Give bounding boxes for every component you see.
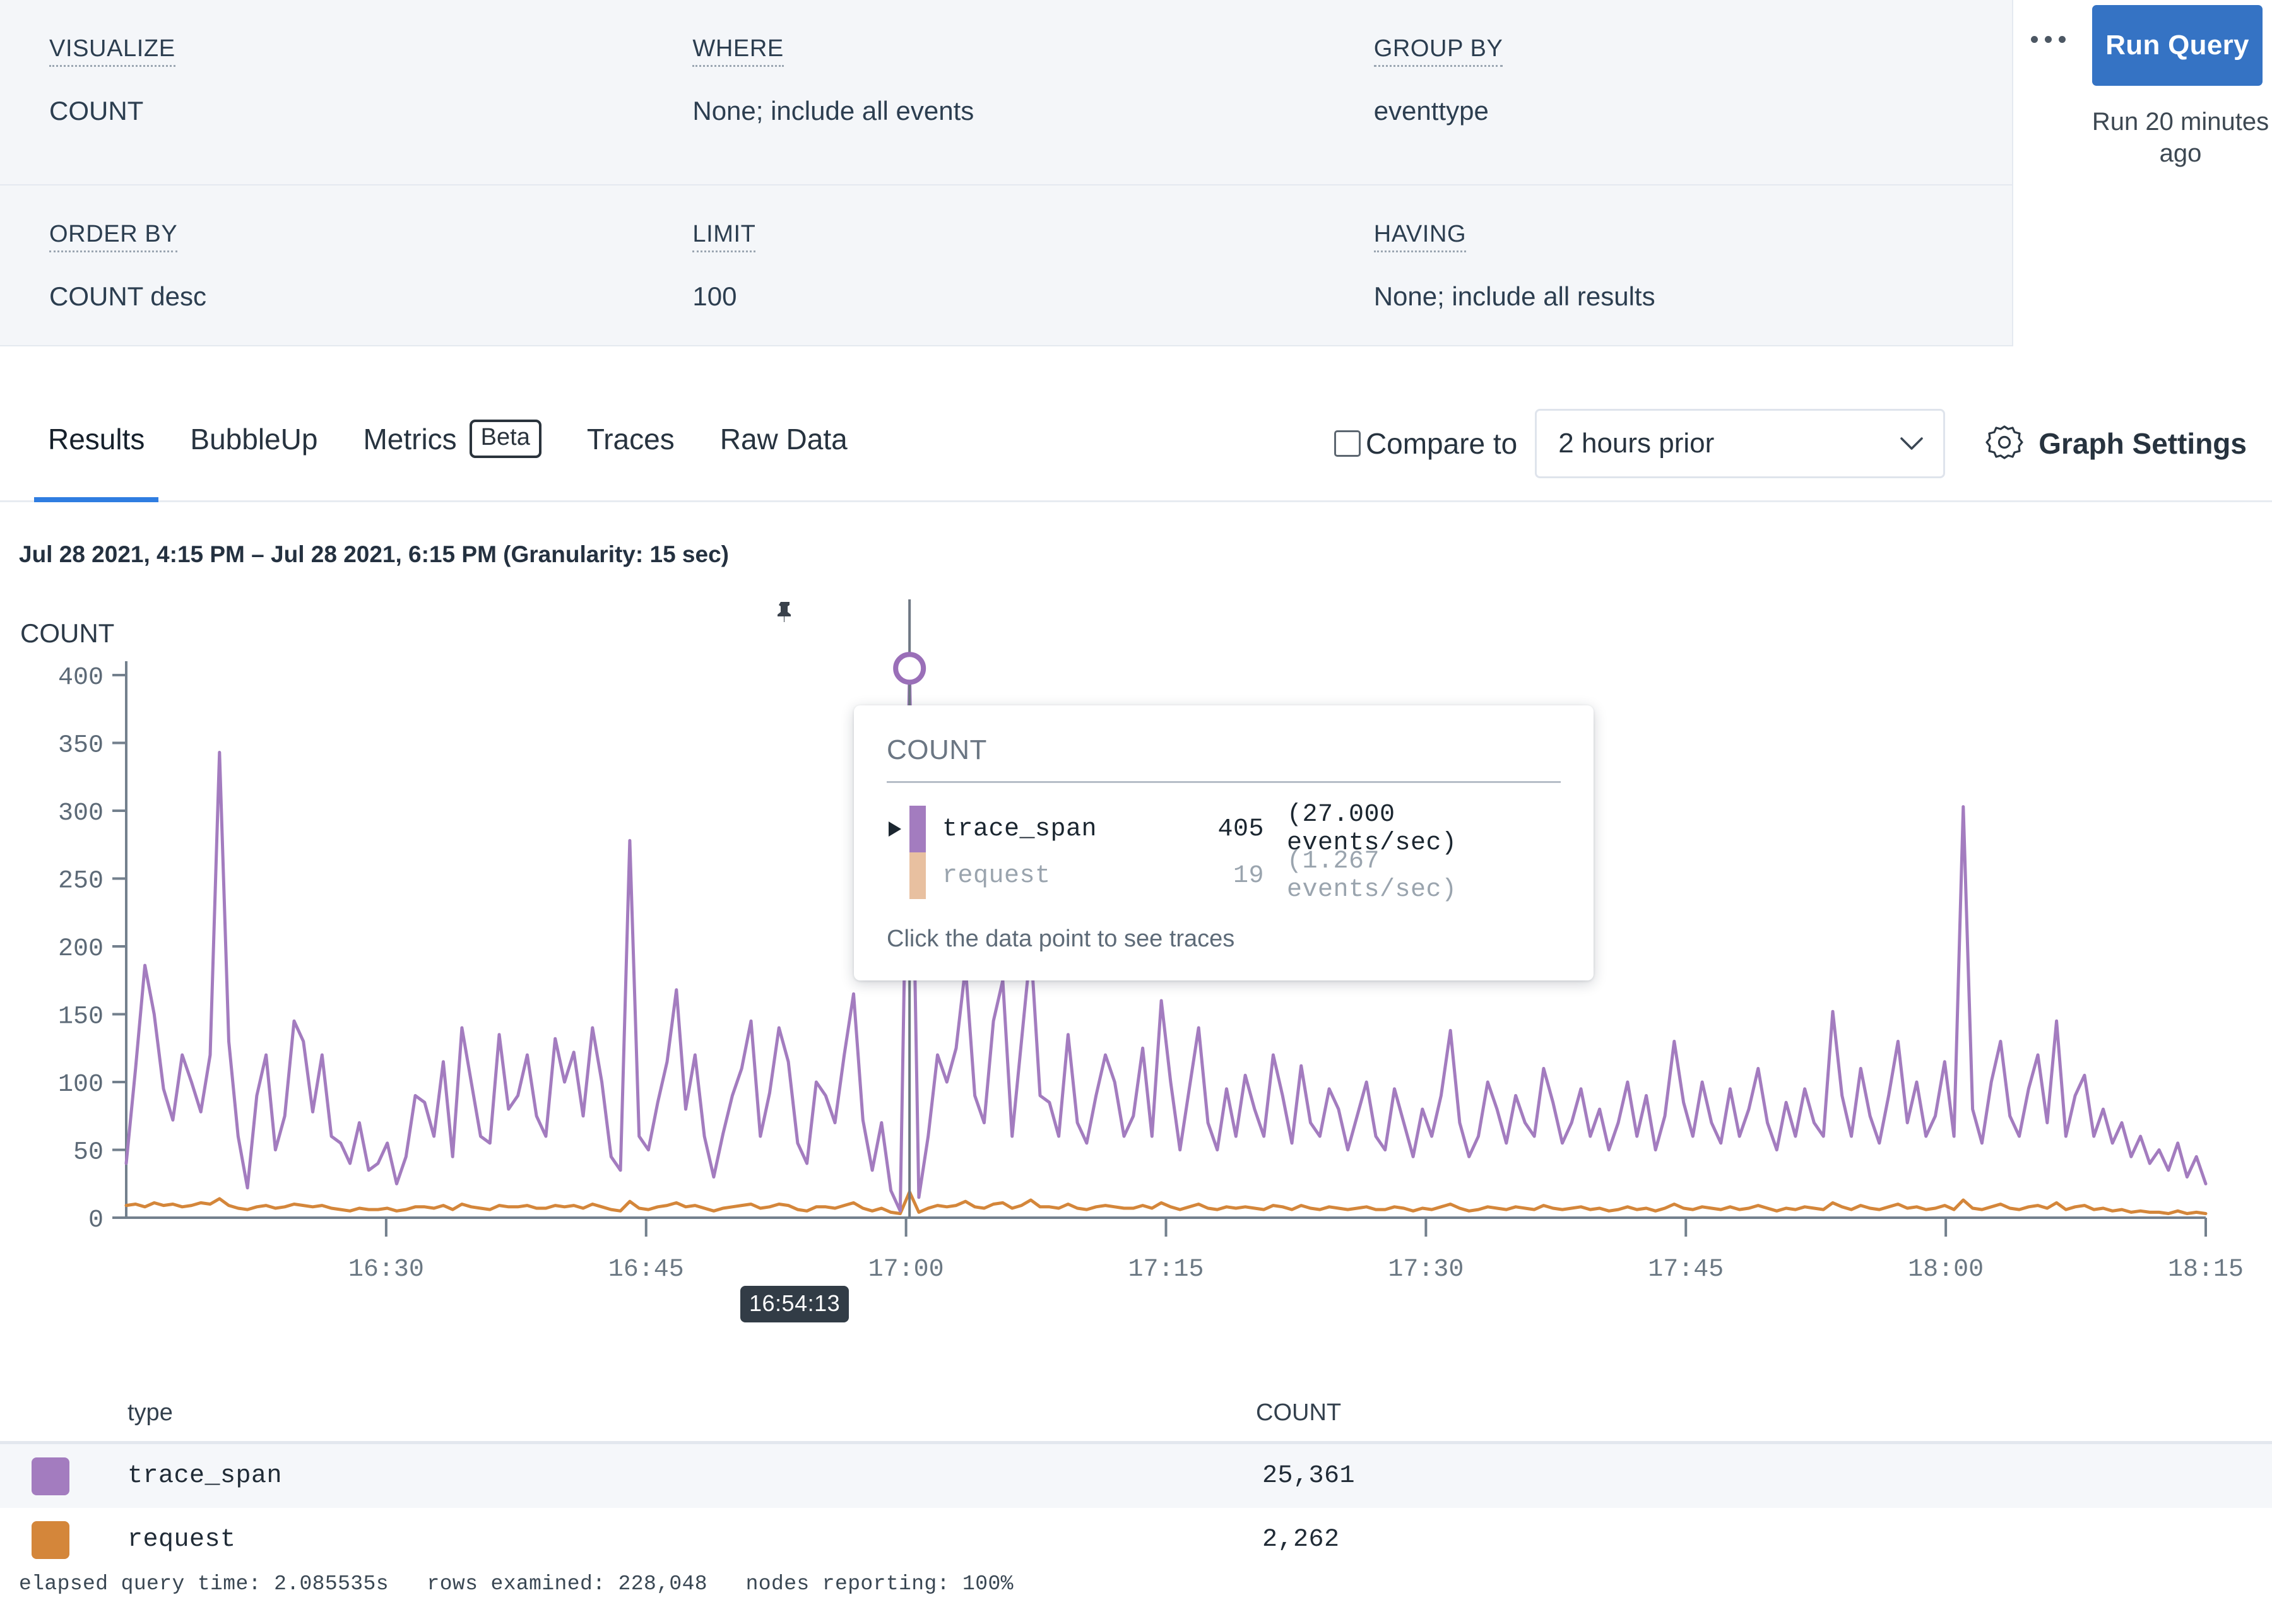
legend-count-trace-span: 25,361 [1262,1462,1356,1490]
triangle-right-icon [889,821,901,837]
svg-text:50: 50 [73,1139,104,1167]
graph-controls: Compare to 2 hours prior Graph Settings [1334,409,2247,478]
dot [2044,35,2052,43]
svg-text:0: 0 [88,1206,104,1235]
dot [2058,35,2066,43]
expand-caret-icon[interactable] [887,820,909,838]
legend-count-request: 2,262 [1262,1526,1340,1554]
clause-group-by[interactable]: GROUP BY eventtype [1325,0,2012,184]
tab-traces[interactable]: Traces [564,377,697,500]
clause-where[interactable]: WHERE None; include all events [643,0,1324,184]
clause-order-by[interactable]: ORDER BY COUNT desc [0,185,643,344]
legend-row-request[interactable]: request 2,262 [0,1508,2272,1572]
tab-list: Results BubbleUp Metrics Beta Traces Raw… [25,377,870,502]
chart-time-range: Jul 28 2021, 4:15 PM – Jul 28 2021, 6:15… [19,541,729,567]
tab-raw-data[interactable]: Raw Data [697,377,870,500]
svg-text:16:30: 16:30 [348,1256,424,1284]
svg-text:300: 300 [58,799,104,828]
tooltip-swatch-trace-span [909,806,926,852]
legend-swatch-request [32,1521,69,1559]
honeycomb-query-results-page: VISUALIZE COUNT WHERE None; include all … [0,0,2272,1624]
legend-name-trace-span: trace_span [127,1462,283,1490]
gear-icon [1985,425,2023,459]
legend-row-trace-span[interactable]: trace_span 25,361 [0,1444,2272,1508]
crosshair-pin-icon [778,602,791,622]
tooltip-name-trace-span: trace_span [942,815,1098,844]
chevron-down-icon [1900,437,1924,450]
tooltip-value-request: 19 [1233,861,1264,890]
tooltip-title: COUNT [887,734,1561,783]
clause-having-label: HAVING [1373,222,1467,253]
more-options-icon[interactable] [2020,20,2076,58]
run-status-text: Run 20 minutes ago [2092,108,2269,167]
clause-limit-label: LIMIT [692,222,756,253]
query-builder-row-2: ORDER BY COUNT desc LIMIT 100 HAVING Non… [0,184,2012,344]
tooltip-row-trace-span[interactable]: trace_span 405 (27.000 events/sec) [887,801,1561,857]
legend-column-count: COUNT [1256,1399,1342,1426]
query-stats-footer: elapsed query time: 2.085535s rows exami… [19,1572,1014,1596]
run-query-button[interactable]: Run Query [2092,5,2263,86]
compare-period-value: 2 hours prior [1558,428,1715,459]
tooltip-name-request: request [942,861,1051,890]
query-actions: Run Query Run 20 minutes ago [2013,0,2272,341]
clause-order-by-label: ORDER BY [49,222,178,253]
tab-results-label: Results [48,422,145,456]
graph-settings-button[interactable]: Graph Settings [1984,423,2247,464]
svg-text:200: 200 [58,935,104,963]
tab-raw-data-label: Raw Data [719,422,848,456]
tooltip-swatch-request [909,852,926,899]
clause-group-by-value: eventtype [1373,96,1489,126]
svg-text:18:15: 18:15 [2168,1256,2244,1284]
compare-to-checkbox[interactable] [1334,430,1361,457]
tooltip-row-request[interactable]: request 19 (1.267 events/sec) [887,847,1561,904]
tab-bubbleup[interactable]: BubbleUp [167,377,340,500]
clause-limit-value: 100 [692,281,737,312]
series-legend-table: type COUNT trace_span 25,361 request 2,2… [0,1385,2272,1572]
tooltip-rows: trace_span 405 (27.000 events/sec) reque… [887,801,1561,904]
clause-where-value: None; include all events [692,96,974,126]
graph-settings-label: Graph Settings [2038,427,2247,460]
svg-text:250: 250 [58,868,104,896]
tooltip-value-trace-span: 405 [1217,815,1264,844]
svg-text:100: 100 [58,1071,104,1099]
tab-metrics-label: Metrics [363,422,457,456]
clause-order-by-value: COUNT desc [49,281,206,312]
svg-text:400: 400 [58,664,104,692]
tooltip-hint: Click the data point to see traces [887,926,1235,952]
query-builder-panel: VISUALIZE COUNT WHERE None; include all … [0,0,2013,346]
dot [2030,35,2038,43]
results-tabbar: Results BubbleUp Metrics Beta Traces Raw… [0,377,2272,502]
clause-visualize-value: COUNT [49,96,144,126]
svg-text:17:45: 17:45 [1648,1256,1724,1284]
svg-text:350: 350 [58,732,104,760]
svg-text:17:30: 17:30 [1388,1256,1464,1284]
svg-text:150: 150 [58,1003,104,1032]
svg-text:17:15: 17:15 [1128,1256,1204,1284]
tooltip-rate-request: (1.267 events/sec) [1287,847,1457,904]
clause-having-value: None; include all results [1373,281,1655,312]
svg-text:17:00: 17:00 [868,1256,944,1284]
clause-group-by-label: GROUP BY [1373,37,1503,67]
crosshair-time-label: 16:54:13 [740,1286,849,1322]
tab-results[interactable]: Results [25,377,167,502]
legend-column-type: type [127,1399,173,1426]
clause-where-label: WHERE [692,37,784,67]
tab-traces-label: Traces [586,422,675,456]
chart-tooltip: COUNT trace_span 405 (27.000 events/sec)… [854,705,1594,980]
clause-limit[interactable]: LIMIT 100 [643,185,1324,344]
legend-header-row: type COUNT [0,1385,2272,1444]
compare-to-label: Compare to [1365,427,1518,460]
query-builder-row-1: VISUALIZE COUNT WHERE None; include all … [0,0,2012,184]
legend-swatch-trace-span [32,1457,69,1495]
clause-having[interactable]: HAVING None; include all results [1325,185,2012,344]
tab-bubbleup-label: BubbleUp [190,422,318,456]
clause-visualize[interactable]: VISUALIZE COUNT [0,0,643,184]
svg-text:18:00: 18:00 [1908,1256,1984,1284]
svg-text:16:45: 16:45 [608,1256,684,1284]
clause-visualize-label: VISUALIZE [49,37,175,67]
legend-name-request: request [127,1526,236,1554]
compare-period-select[interactable]: 2 hours prior [1535,409,1946,478]
beta-badge: Beta [469,420,541,458]
tab-metrics[interactable]: Metrics Beta [340,377,564,500]
